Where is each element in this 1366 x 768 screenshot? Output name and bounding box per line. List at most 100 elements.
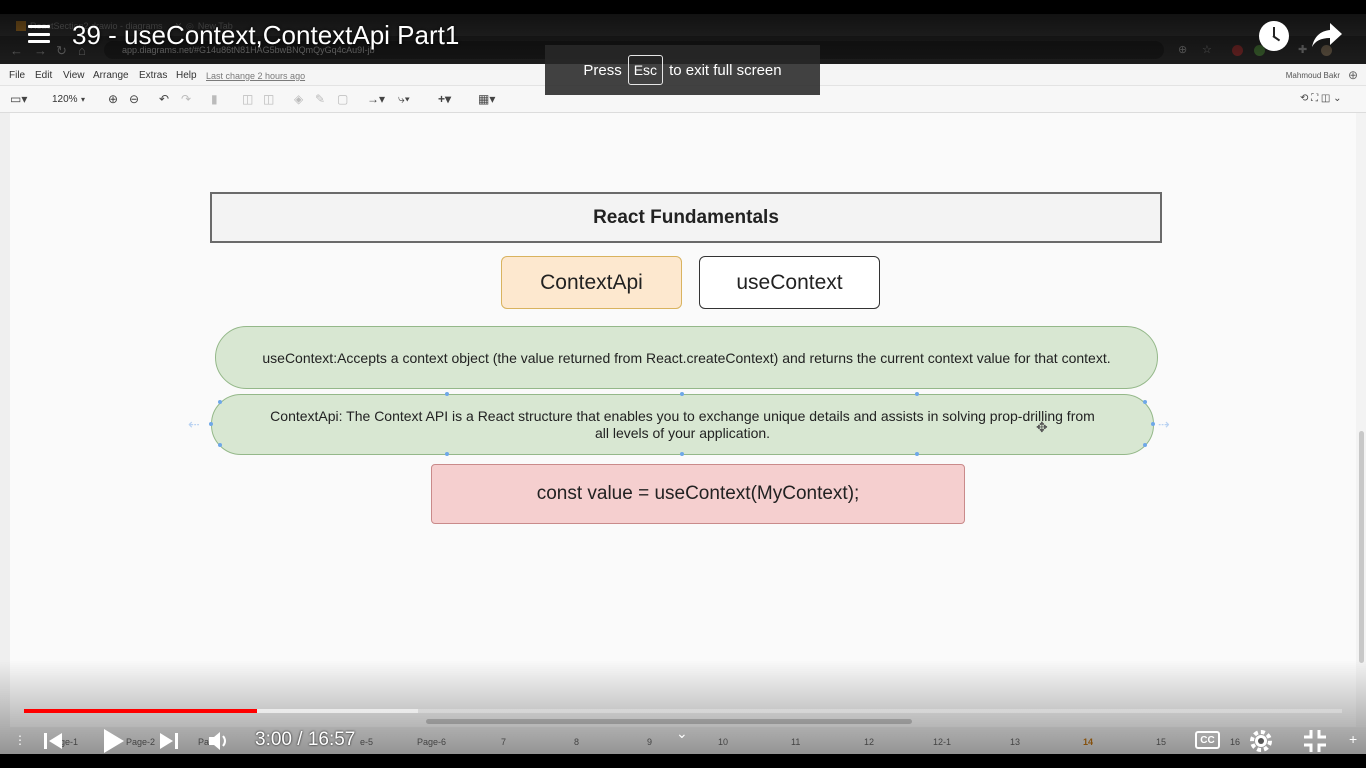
page-tab[interactable]: 12 [864,737,874,747]
zoom-in-icon[interactable]: ⊕ [108,92,118,106]
play-icon[interactable] [100,727,126,755]
install-icon[interactable]: ⊕ [1178,43,1187,56]
clone-right-arrow-icon[interactable]: ⇢ [1158,416,1170,433]
previous-icon[interactable] [42,730,64,752]
to-front-icon[interactable]: ◫ [242,92,253,106]
extensions-puzzle-icon[interactable]: ✚ [1298,43,1307,56]
selection-handle[interactable] [680,392,684,396]
last-change-link[interactable]: Last change 2 hours ago [206,71,305,81]
title-shape[interactable]: React Fundamentals [210,192,1162,243]
menu-file[interactable]: File [9,70,25,81]
selection-handle[interactable] [218,400,222,404]
move-cursor-icon: ✥ [1036,419,1048,435]
screen-top-edge [0,0,1366,14]
fullscreen-exit-toast: Press Esc to exit full screen [545,45,820,95]
page-tab[interactable]: 16 [1230,737,1240,747]
undo-icon[interactable]: ↶ [159,92,169,106]
canvas-vertical-scrollbar[interactable] [1356,113,1366,727]
menu-arrange[interactable]: Arrange [93,70,129,81]
zoom-out-icon[interactable]: ⊖ [129,92,139,106]
to-back-icon[interactable]: ◫ [263,92,274,106]
volume-icon[interactable] [207,730,233,752]
menu-edit[interactable]: Edit [35,70,52,81]
selection-handle[interactable] [1151,422,1155,426]
page-tab[interactable]: 8 [574,737,579,747]
usecontext-definition-shape[interactable]: useContext:Accepts a context object (the… [215,326,1158,389]
format-panel-icon[interactable]: ▭▾ [10,92,27,106]
page-tab[interactable]: 7 [501,737,506,747]
current-time: 3:00 [255,729,292,750]
bookmark-star-icon[interactable]: ☆ [1202,43,1212,56]
page-tab[interactable]: Page-6 [417,737,446,747]
menu-extras[interactable]: Extras [139,70,167,81]
canvas-left-edge [0,113,10,727]
fullscreen-icons[interactable]: ⟲ ⛶ ◫ ⌄ [1300,93,1342,104]
selection-handle[interactable] [680,452,684,456]
waypoints-icon[interactable]: ⤷▾ [398,92,410,107]
page-tab[interactable]: 12-1 [933,737,951,747]
menu-help[interactable]: Help [176,70,197,81]
delete-icon[interactable]: ▮ [211,92,218,106]
more-options-icon[interactable]: ⋮ [14,733,26,747]
add-page-icon[interactable]: + [1349,731,1357,747]
exit-fullscreen-icon[interactable] [1302,728,1328,754]
selection-handle[interactable] [1143,443,1147,447]
next-icon[interactable] [158,730,180,752]
time-display: 3:00 / 16:57 [255,729,355,751]
reload-icon[interactable]: ↻ [56,43,67,59]
progress-played [24,709,258,713]
selection-handle[interactable] [209,422,213,426]
video-progress-bar[interactable] [24,709,1342,713]
code-snippet-shape[interactable]: const value = useContext(MyContext); [431,464,965,524]
page-tab[interactable]: 10 [718,737,728,747]
selection-handle[interactable] [445,392,449,396]
selection-handle[interactable] [218,443,222,447]
page-tab-active[interactable]: 14 [1083,737,1093,747]
page-tab[interactable]: 11 [791,737,800,747]
page-tab[interactable]: 9 [647,737,652,747]
drawio-favicon-icon [16,21,26,31]
scroll-thumb[interactable] [1359,431,1364,663]
clone-left-arrow-icon[interactable]: ⇠ [188,416,200,433]
fill-color-icon[interactable]: ◈ [294,92,303,106]
page-tab[interactable]: 13 [1010,737,1020,747]
selection-handle[interactable] [1143,400,1147,404]
zoom-dropdown-icon[interactable]: ▾ [81,95,85,104]
line-color-icon[interactable]: ✎ [315,92,325,106]
insert-icon[interactable]: +▾ [438,92,451,106]
extension-red-icon[interactable] [1232,45,1243,56]
settings-gear-icon[interactable] [1248,728,1274,754]
page-tab[interactable]: 15 [1156,737,1166,747]
video-title[interactable]: 39 - useContext,ContextApi Part1 [72,20,459,51]
toast-suffix-text: to exit full screen [669,61,782,79]
contextapi-shape[interactable]: ContextApi [501,256,682,309]
connection-icon[interactable]: →▾ [367,92,385,106]
esc-key-badge: Esc [627,55,664,85]
canvas-horizontal-scrollbar[interactable] [426,719,912,724]
zoom-select[interactable]: 120% [52,94,78,105]
redo-icon[interactable]: ↷ [181,92,191,106]
toast-press-text: Press [583,61,622,79]
captions-button[interactable]: CC [1195,731,1220,749]
screen-bottom-edge [0,754,1366,768]
time-separator: / [291,729,308,750]
language-globe-icon[interactable]: ⊕ [1348,68,1358,82]
share-arrow-icon[interactable] [1310,20,1344,50]
usecontext-shape[interactable]: useContext [699,256,880,309]
user-name[interactable]: Mahmoud Bakr [1286,71,1340,80]
forward-icon[interactable]: → [34,43,47,58]
watch-later-clock-icon[interactable] [1259,21,1289,51]
page-tab[interactable]: e-5 [360,737,373,747]
table-icon[interactable]: ▦▾ [478,92,495,106]
selection-handle[interactable] [915,392,919,396]
chevron-down-icon[interactable]: ⌄ [676,725,688,742]
page-tab[interactable]: Page-2 [126,737,155,747]
shadow-icon[interactable]: ▢ [337,92,348,106]
total-time: 16:57 [307,729,356,750]
contextapi-definition-shape[interactable]: ContextApi: The Context API is a React s… [211,394,1154,455]
menu-view[interactable]: View [63,70,85,81]
selection-handle[interactable] [915,452,919,456]
back-icon[interactable]: ← [10,43,23,58]
selection-handle[interactable] [445,452,449,456]
playlist-menu-icon[interactable] [28,25,50,43]
